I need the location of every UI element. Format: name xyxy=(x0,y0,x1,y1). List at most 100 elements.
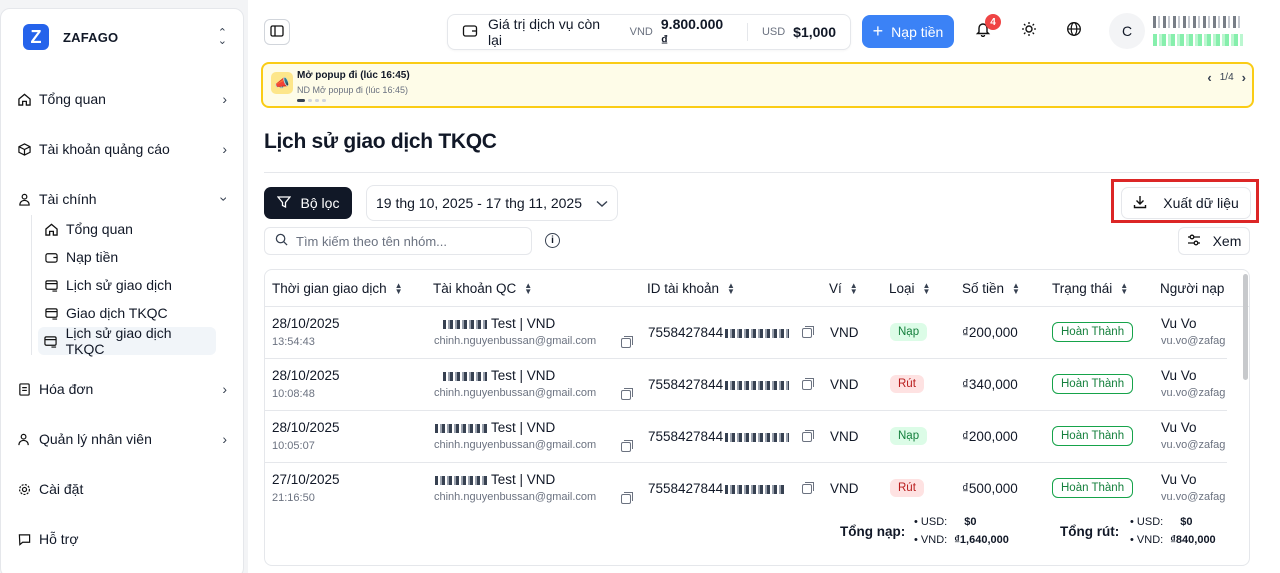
brand-logo: Z xyxy=(23,24,49,50)
topup-label: Nạp tiền xyxy=(891,23,944,40)
topup-button[interactable]: + Nạp tiền xyxy=(862,15,954,48)
gear-icon xyxy=(17,482,31,496)
copy-icon[interactable] xyxy=(621,440,633,452)
redacted-text xyxy=(725,484,786,494)
sidebar-item-ad-accounts[interactable]: Tài khoản quảng cáo › xyxy=(1,133,243,165)
chevron-down-icon: › xyxy=(216,196,233,202)
balance-label: Giá trị dịch vụ còn lại xyxy=(488,16,601,48)
column-header-wallet[interactable]: Ví ▲ ▼ xyxy=(829,281,858,296)
copy-icon[interactable] xyxy=(802,482,814,494)
sidebar-subitem-label: Tổng quan xyxy=(66,221,133,237)
column-header-amount[interactable]: Số tiền ▲ ▼ xyxy=(962,281,1020,296)
total-value: ₫840,000 xyxy=(1170,534,1216,546)
filter-label: Bộ lọc xyxy=(300,195,340,211)
date-range-picker[interactable]: 19 thg 10, 2025 - 17 thg 11, 2025 xyxy=(366,185,618,221)
home-icon xyxy=(44,222,58,236)
sidebar-subitem-ad-transactions[interactable]: Giao dịch TKQC xyxy=(38,299,216,327)
total-topup-usd: • USD: $0 xyxy=(914,516,977,528)
sidebar-subitem-transaction-history[interactable]: Lịch sử giao dịch xyxy=(38,271,216,299)
table-row[interactable]: 27/10/2025 21:16:50 Test | VND chinh.ngu… xyxy=(265,463,1227,515)
sidebar-subitem-ad-transaction-history[interactable]: Lịch sử giao dịch TKQC xyxy=(38,325,216,357)
row-email: chinh.nguyenbussan@gmail.com xyxy=(434,387,597,399)
announcement-title: Mở popup đi (lúc 16:45) xyxy=(297,70,410,81)
row-time: 13:54:43 xyxy=(272,336,315,348)
row-user: Vu Vo xyxy=(1161,368,1197,383)
total-withdraw-vnd: • VND: ₫840,000 xyxy=(1130,534,1216,546)
divider xyxy=(746,23,748,41)
copy-icon[interactable] xyxy=(621,336,633,348)
status-badge: Hoàn Thành xyxy=(1052,426,1134,446)
sidebar-item-invoices[interactable]: Hóa đơn › xyxy=(1,373,243,405)
view-label: Xem xyxy=(1212,233,1242,249)
column-header-time[interactable]: Thời gian giao dịch ▲ ▼ xyxy=(272,281,403,296)
sidebar-subitem-topup[interactable]: Nạp tiền xyxy=(38,243,216,271)
sidebar-item-settings[interactable]: Cài đặt xyxy=(1,473,243,505)
copy-icon[interactable] xyxy=(802,326,814,338)
chevron-down-icon xyxy=(596,195,608,211)
column-header-type[interactable]: Loại ▲ ▼ xyxy=(889,281,930,296)
export-data-button[interactable]: Xuất dữ liệu xyxy=(1121,187,1251,219)
balance-widget: Giá trị dịch vụ còn lại VND 9.800.000 ₫ … xyxy=(447,14,851,50)
row-email: chinh.nguyenbussan@gmail.com xyxy=(434,491,597,503)
sidebar-item-label: Tổng quan xyxy=(39,91,106,107)
chevron-right-icon: › xyxy=(222,431,227,447)
column-header-account[interactable]: Tài khoản QC ▲ ▼ xyxy=(433,281,532,296)
sidebar-toggle-button[interactable] xyxy=(264,19,290,45)
sun-icon xyxy=(1021,21,1037,40)
total-value: $0 xyxy=(964,516,977,528)
status-badge: Hoàn Thành xyxy=(1052,374,1134,394)
language-button[interactable] xyxy=(1064,20,1084,40)
column-header-account-id[interactable]: ID tài khoản ▲ ▼ xyxy=(647,281,735,296)
globe-icon xyxy=(1066,21,1082,40)
type-badge: Rút xyxy=(890,479,924,497)
chevron-right-icon: › xyxy=(222,91,227,107)
megaphone-icon: 📣 xyxy=(271,72,293,94)
workspace-switcher[interactable]: Z ZAFAGO ⌃ ⌄ xyxy=(1,9,243,65)
sidebar-subitem-overview[interactable]: Tổng quan xyxy=(38,215,216,243)
chevron-right-icon: › xyxy=(222,141,227,157)
search-box[interactable] xyxy=(264,227,532,255)
next-icon[interactable]: › xyxy=(1242,70,1246,85)
copy-icon[interactable] xyxy=(621,388,633,400)
row-user: Vu Vo xyxy=(1161,420,1197,435)
copy-icon[interactable] xyxy=(802,378,814,390)
export-label: Xuất dữ liệu xyxy=(1163,195,1239,211)
column-header-status[interactable]: Trạng thái ▲ ▼ xyxy=(1052,281,1128,296)
total-withdraw-usd: • USD: $0 xyxy=(1130,516,1193,528)
filter-icon xyxy=(276,195,291,212)
announcement-page-indicator: 1/4 xyxy=(1219,72,1234,83)
copy-icon[interactable] xyxy=(802,430,814,442)
info-icon[interactable]: i xyxy=(545,233,560,248)
currency-label: USD: xyxy=(1136,516,1164,528)
sidebar-item-overview[interactable]: Tổng quan › xyxy=(1,83,243,115)
sidebar-item-label: Cài đặt xyxy=(39,481,84,497)
table-row[interactable]: 28/10/2025 10:08:48 Test | VND chinh.ngu… xyxy=(265,359,1227,411)
table-row[interactable]: 28/10/2025 10:05:07 Test | VND chinh.ngu… xyxy=(265,411,1227,463)
header-label: Người nạp xyxy=(1160,281,1225,296)
sidebar-item-support[interactable]: Hỗ trợ xyxy=(1,523,243,555)
sidebar-item-label: Tài khoản quảng cáo xyxy=(39,141,170,157)
sidebar-subitem-label: Nạp tiền xyxy=(66,249,119,265)
type-badge: Nạp xyxy=(890,323,928,341)
copy-icon[interactable] xyxy=(621,492,633,504)
table-row[interactable]: 28/10/2025 13:54:43 Test | VND chinh.ngu… xyxy=(265,307,1227,359)
sort-icon: ▲ ▼ xyxy=(394,280,403,296)
chevron-up-down-icon: ⌃ ⌄ xyxy=(217,27,227,47)
sidebar-item-staff[interactable]: Quản lý nhân viên › xyxy=(1,423,243,455)
sidebar-item-finance[interactable]: Tài chính › xyxy=(1,183,243,215)
row-amount: ₫200,000 xyxy=(962,429,1018,444)
table-scrollbar[interactable] xyxy=(1243,274,1248,380)
sliders-icon xyxy=(1187,233,1201,250)
filter-button[interactable]: Bộ lọc xyxy=(264,187,352,219)
column-header-user[interactable]: Người nạp xyxy=(1160,281,1224,296)
sidebar-subitem-label: Lịch sử giao dịch xyxy=(66,277,172,293)
search-input[interactable] xyxy=(296,233,516,249)
redacted-text xyxy=(435,475,487,485)
avatar[interactable]: C xyxy=(1109,13,1145,49)
theme-toggle-button[interactable] xyxy=(1019,20,1039,40)
row-wallet: VND xyxy=(830,481,859,496)
view-options-button[interactable]: Xem xyxy=(1178,227,1250,255)
header-label: Tài khoản QC xyxy=(433,281,517,296)
announcement-banner[interactable]: 📣 Mở popup đi (lúc 16:45) ND Mở popup đi… xyxy=(261,62,1254,108)
prev-icon[interactable]: ‹ xyxy=(1207,70,1211,85)
